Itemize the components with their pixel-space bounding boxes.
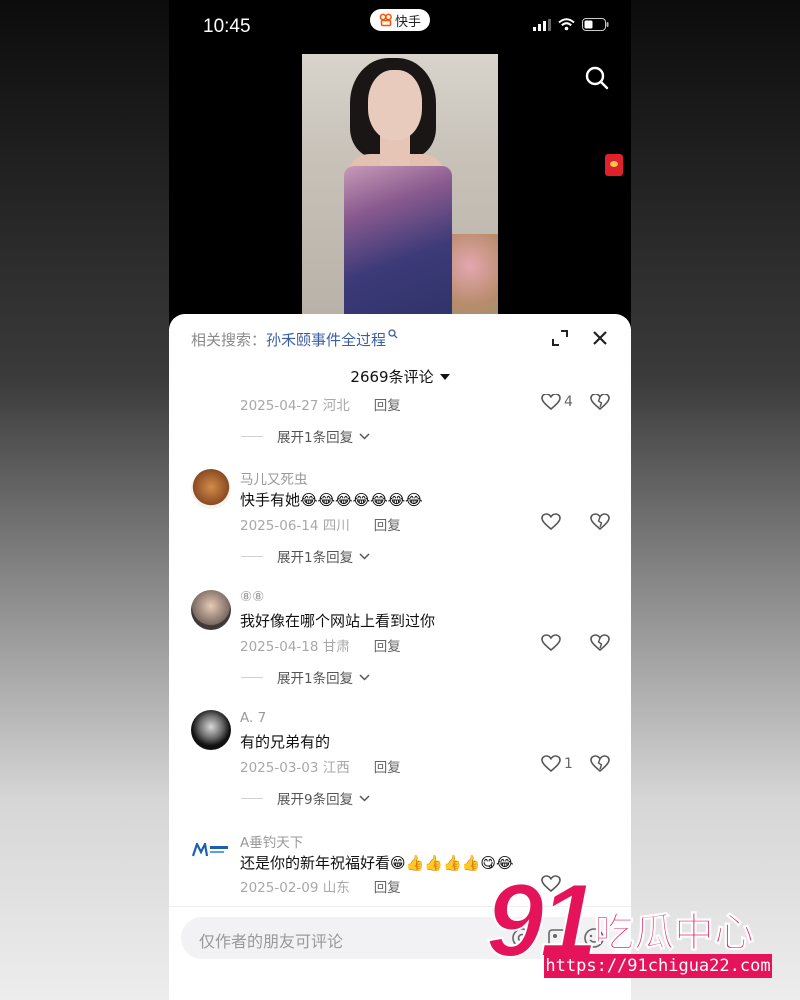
person-dress — [344, 166, 452, 324]
comment-date-location: 2025-02-09 山东 — [240, 880, 350, 896]
kuaishou-logo-icon — [379, 13, 392, 27]
divider-line — [241, 555, 263, 557]
like-button[interactable]: 4 — [541, 394, 573, 411]
expand-icon[interactable] — [551, 329, 569, 347]
status-time: 10:45 — [203, 16, 251, 37]
reply-button[interactable]: 回复 — [374, 760, 401, 776]
status-bar: 10:45 快手 — [169, 0, 631, 52]
comment-meta: 2025-06-14 四川 回复 — [240, 514, 401, 534]
reply-button[interactable]: 回复 — [374, 518, 401, 534]
video-thumbnail[interactable] — [302, 54, 498, 324]
expand-replies-button[interactable]: 展开9条回复 — [241, 788, 370, 808]
cellular-signal-icon — [533, 18, 551, 31]
like-count: 1 — [564, 756, 573, 772]
like-button[interactable]: 1 — [541, 755, 573, 773]
caret-down-icon — [439, 374, 450, 380]
watermark-brand: 吃瓜中心 — [594, 910, 755, 957]
like-button[interactable] — [541, 634, 564, 652]
search-icon[interactable] — [388, 329, 398, 339]
divider-line — [241, 676, 263, 678]
reply-button[interactable]: 回复 — [374, 639, 401, 655]
chevron-down-icon — [359, 794, 370, 802]
chevron-down-icon — [359, 432, 370, 440]
related-search-link[interactable]: 孙禾颐事件全过程 — [266, 331, 386, 349]
commenter-name[interactable]: A垂钓天下 — [240, 831, 303, 851]
app-name: 快手 — [394, 14, 421, 30]
heart-icon — [541, 634, 561, 652]
comment-text: 我好像在哪个网站上看到过你 — [240, 612, 436, 630]
comment-text: 有的兄弟有的 — [240, 733, 331, 751]
expand-replies-label: 展开1条回复 — [277, 550, 354, 566]
avatar[interactable] — [191, 710, 231, 750]
divider-line — [241, 797, 263, 799]
status-icons — [533, 18, 609, 31]
phone-screen: 10:45 快手 相关搜索：孙禾颐事件全过程 2669条评论 2025-04-2… — [169, 0, 631, 1000]
comment-meta: 2025-04-18 甘肃 回复 — [240, 635, 401, 655]
expand-replies-button[interactable]: 展开1条回复 — [241, 546, 370, 566]
broken-heart-icon[interactable] — [590, 394, 610, 411]
comment-date-location: 2025-04-27 河北 — [240, 398, 350, 414]
site-watermark: 91 吃瓜中心 https://91chigua22.com — [485, 865, 786, 986]
expand-replies-label: 展开1条回复 — [277, 671, 354, 687]
heart-icon — [541, 755, 561, 773]
comment-date-location: 2025-06-14 四川 — [240, 518, 350, 534]
expand-replies-button[interactable]: 展开1条回复 — [241, 667, 370, 687]
video-area[interactable] — [169, 52, 631, 332]
avatar[interactable] — [191, 469, 231, 509]
close-icon[interactable] — [591, 329, 609, 347]
commenter-name[interactable]: 马儿又死虫 — [240, 468, 308, 488]
related-search: 相关搜索：孙禾颐事件全过程 — [191, 329, 398, 350]
expand-replies-label: 展开9条回复 — [277, 792, 354, 808]
comment-date-location: 2025-04-18 甘肃 — [240, 639, 350, 655]
comment-list[interactable]: 2025-04-27 河北 回复 4 展开1条回复 马儿又死虫 快手有她😂😂😂😂😂… — [169, 394, 631, 906]
related-search-label: 相关搜索： — [191, 331, 267, 349]
commenter-name[interactable]: ⑧⑧ — [240, 589, 264, 605]
person-face — [368, 70, 422, 140]
comment-count-label: 2669条评论 — [350, 368, 434, 386]
watermark-url: https://91chigua22.com — [544, 954, 772, 978]
heart-icon — [541, 394, 561, 411]
expand-replies-label: 展开1条回复 — [277, 430, 354, 446]
reply-button[interactable]: 回复 — [374, 398, 401, 414]
broken-heart-icon[interactable] — [590, 755, 610, 773]
reply-button[interactable]: 回复 — [374, 880, 401, 896]
comment-date-location: 2025-03-03 江西 — [240, 760, 350, 776]
comment-meta: 2025-04-27 河北 回复 — [240, 394, 401, 414]
expand-replies-button[interactable]: 展开1条回复 — [241, 426, 370, 446]
chevron-down-icon — [359, 552, 370, 560]
comment-count-sort[interactable]: 2669条评论 — [169, 366, 631, 387]
red-packet-icon[interactable] — [605, 154, 623, 176]
avatar[interactable] — [191, 590, 231, 630]
battery-icon — [582, 18, 609, 31]
commenter-name[interactable]: A. 7 — [240, 710, 266, 726]
heart-icon — [541, 513, 561, 531]
broken-heart-icon[interactable] — [590, 513, 610, 531]
avatar[interactable] — [191, 830, 231, 870]
like-button[interactable] — [541, 513, 564, 531]
comment-input-placeholder: 仅作者的朋友可评论 — [199, 932, 344, 951]
brand-logo-icon — [192, 843, 228, 857]
comment-meta: 2025-02-09 山东 回复 — [240, 876, 401, 896]
app-indicator-pill: 快手 — [370, 9, 430, 31]
comment-meta: 2025-03-03 江西 回复 — [240, 756, 401, 776]
comment-text: 快手有她😂😂😂😂😂😂😂 — [240, 491, 423, 509]
comment-text: 还是你的新年祝福好看😁👍👍👍👍😋😂 — [240, 854, 514, 872]
wifi-icon — [558, 18, 575, 31]
search-icon[interactable] — [585, 66, 609, 90]
chevron-down-icon — [359, 673, 370, 681]
divider-line — [241, 435, 263, 437]
broken-heart-icon[interactable] — [590, 634, 610, 652]
like-count: 4 — [564, 394, 573, 410]
